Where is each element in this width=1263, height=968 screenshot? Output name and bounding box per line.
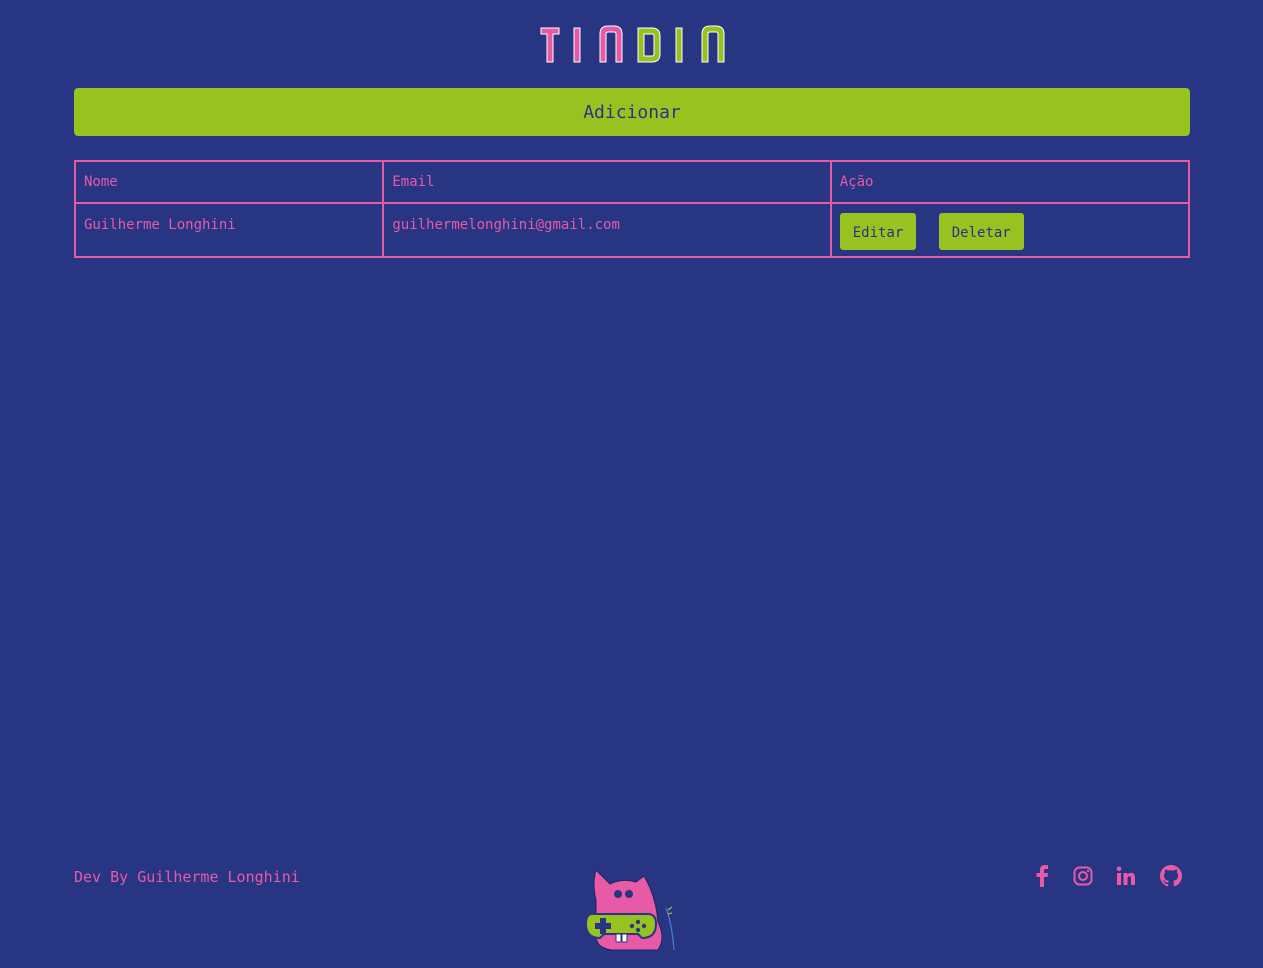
mascot-logo [584,869,675,951]
table-row: Guilherme Longhini guilhermelonghini@gma… [73,202,1191,258]
column-header-email: Email [382,160,832,204]
linkedin-icon[interactable] [1112,862,1140,890]
instagram-icon[interactable] [1069,862,1097,890]
page: Adicionar Nome Email Ação Guilherme Long… [0,0,1263,968]
column-header-action: Ação [829,160,1191,204]
cell-name: Guilherme Longhini [73,202,385,258]
table-header-row: Nome Email Ação [73,160,1191,204]
users-table: Nome Email Ação Guilherme Longhini guilh… [73,160,1191,258]
add-button[interactable]: Adicionar [74,88,1190,136]
tindin-logo [540,25,725,63]
cell-actions: Editar Deletar [829,202,1191,258]
footer-credit: Dev By Guilherme Longhini [74,868,300,886]
github-icon[interactable] [1157,862,1185,890]
cell-email: guilhermelonghini@gmail.com [382,202,832,258]
edit-button[interactable]: Editar [839,213,917,250]
delete-button[interactable]: Deletar [938,213,1024,250]
facebook-icon[interactable] [1028,862,1056,890]
column-header-name: Nome [73,160,385,204]
